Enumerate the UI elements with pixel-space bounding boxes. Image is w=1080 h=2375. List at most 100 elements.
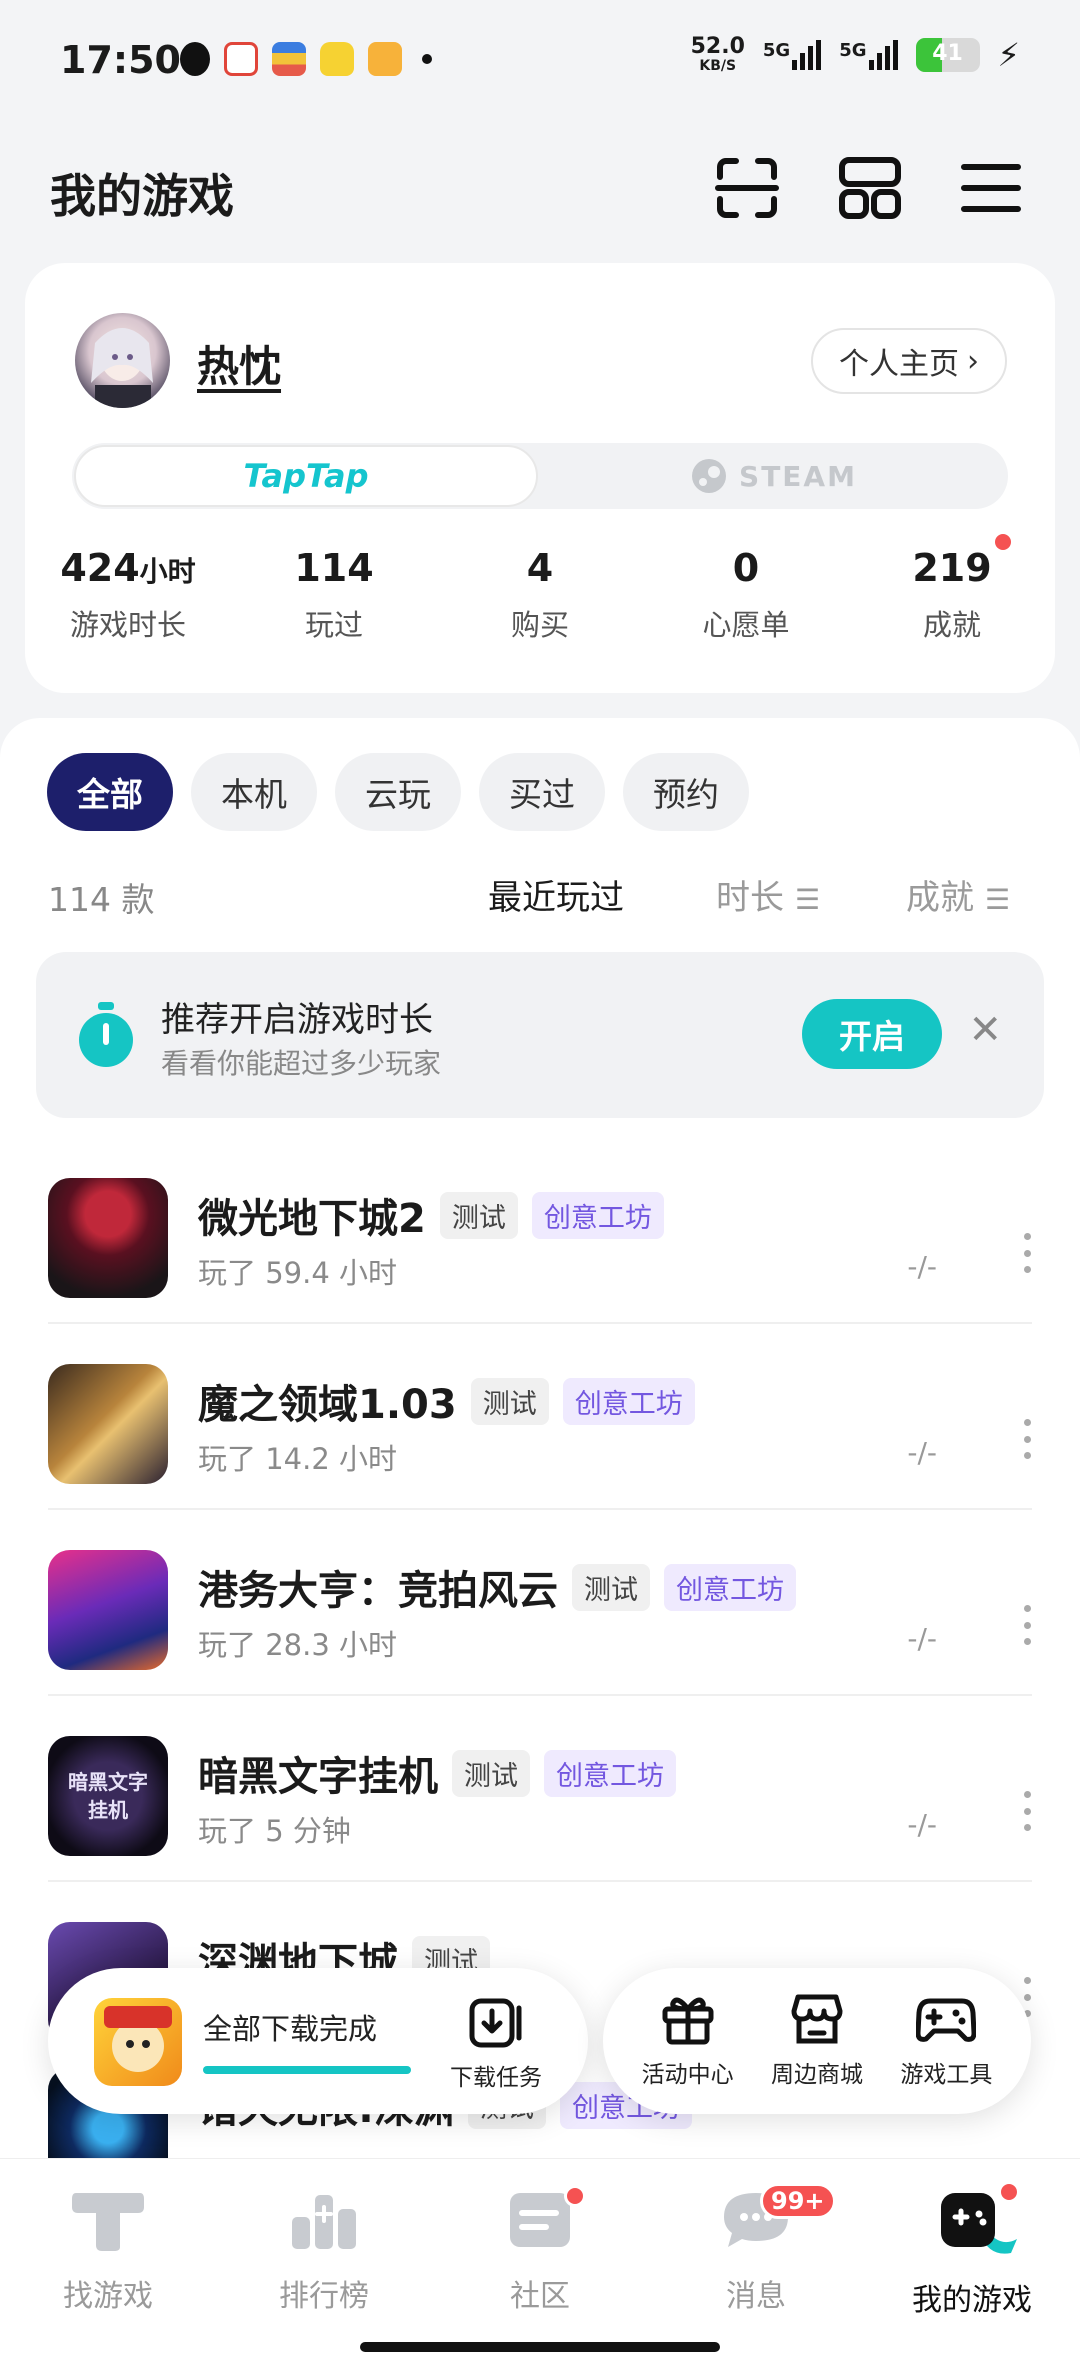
game-thumbnail xyxy=(48,1178,168,1298)
gamepad-icon xyxy=(915,1998,977,2042)
stats-row: 424小时 游戏时长 114 玩过 4 购买 0 心愿单 219 成就 xyxy=(25,534,1055,644)
qq-icon xyxy=(180,42,210,76)
ranking-icon xyxy=(292,2195,356,2249)
enable-button[interactable]: 开启 xyxy=(802,999,942,1069)
game-row[interactable]: 暗黑文字挂机 暗黑文字挂机 测试 创意工坊 玩了 5 分钟 -/- xyxy=(48,1696,1032,1882)
test-tag: 测试 xyxy=(439,1191,518,1239)
network-speed: 52.0 KB/S xyxy=(690,34,745,75)
sort-icon: ☰ xyxy=(794,883,820,916)
more-icon[interactable] xyxy=(1022,1605,1032,1645)
play-time: 玩了 5 分钟 xyxy=(198,1814,351,1848)
nav-find-games[interactable]: 找游戏 xyxy=(0,2159,216,2375)
notification-dot xyxy=(998,2181,1020,2203)
platform-switch: TapTap STEAM xyxy=(72,443,1008,509)
game-thumbnail xyxy=(48,1364,168,1484)
sort-icon: ☰ xyxy=(984,883,1010,916)
signal-bars-icon xyxy=(792,40,822,70)
homepage-button[interactable]: 个人主页 › xyxy=(811,328,1007,394)
chevron-right-icon: › xyxy=(967,343,979,379)
filter-tab-bought[interactable]: 买过 xyxy=(479,753,605,831)
more-icon[interactable] xyxy=(1022,1791,1032,1831)
game-thumbnail: 暗黑文字挂机 xyxy=(48,1736,168,1856)
test-tag: 测试 xyxy=(470,1377,549,1425)
game-row[interactable]: 微光地下城2 测试 创意工坊 玩了 59.4 小时 -/- xyxy=(48,1138,1032,1324)
steam-tab[interactable]: STEAM xyxy=(540,443,1008,509)
merch-shop-button[interactable]: 周边商城 xyxy=(757,1993,877,2089)
video-app-icon xyxy=(368,42,402,76)
sort-achievement[interactable]: 成就 ☰ xyxy=(906,870,1010,919)
username[interactable]: 热忱 xyxy=(197,333,281,394)
more-icon[interactable] xyxy=(1022,1419,1032,1459)
more-notifications-icon xyxy=(422,54,432,64)
status-bar: 17:50 52.0 KB/S 5G 5G 41 ⚡ xyxy=(0,0,1080,120)
play-time: 玩了 28.3 小时 xyxy=(198,1628,398,1662)
stopwatch-icon xyxy=(79,1002,133,1067)
taptap-tab[interactable]: TapTap xyxy=(74,445,538,507)
sort-recent[interactable]: 最近玩过 xyxy=(488,870,624,919)
signal-5g-1: 5G xyxy=(763,40,822,70)
test-tag: 测试 xyxy=(452,1749,530,1797)
game-row[interactable]: 港务大亨：竞拍风云 测试 创意工坊 玩了 28.3 小时 -/- xyxy=(48,1510,1032,1696)
signal-bars-icon xyxy=(868,40,898,70)
gift-icon xyxy=(662,1997,714,2045)
filter-tab-cloud[interactable]: 云玩 xyxy=(335,753,461,831)
steam-icon xyxy=(692,459,727,493)
play-time: 玩了 59.4 小时 xyxy=(198,1256,398,1290)
play-time: 玩了 14.2 小时 xyxy=(198,1442,398,1476)
game-title: 暗黑文字挂机 xyxy=(198,1754,438,1800)
clock: 17:50 xyxy=(60,38,181,82)
filter-tab-all[interactable]: 全部 xyxy=(47,753,173,831)
download-tasks-button[interactable]: 下载任务 xyxy=(446,1998,546,2092)
filter-tabs: 全部 本机 云玩 买过 预约 xyxy=(47,753,749,831)
achievement-score: -/- xyxy=(907,1250,937,1283)
download-icon xyxy=(469,1998,522,2048)
download-status-text: 全部下载完成 xyxy=(203,2012,378,2046)
notification-icons xyxy=(180,42,432,76)
game-row[interactable]: 魔之领域1.03 测试 创意工坊 玩了 14.2 小时 -/- xyxy=(48,1324,1032,1510)
stat-wishlist[interactable]: 0 心愿单 xyxy=(643,546,849,644)
download-status-bar[interactable]: 全部下载完成 下载任务 xyxy=(48,1968,588,2114)
bunny-app-icon xyxy=(320,42,354,76)
stat-purchased[interactable]: 4 购买 xyxy=(437,546,643,644)
recommend-title: 推荐开启游戏时长 xyxy=(161,1000,433,1040)
playtime-recommend-banner: 推荐开启游戏时长 看看你能超过多少玩家 开启 ✕ xyxy=(36,952,1044,1118)
grid-icon[interactable] xyxy=(837,155,903,221)
filter-tab-local[interactable]: 本机 xyxy=(191,753,317,831)
page-title: 我的游戏 xyxy=(50,169,234,223)
game-thumbnail xyxy=(94,1998,182,2086)
test-tag: 测试 xyxy=(572,1563,650,1611)
menu-icon[interactable] xyxy=(958,155,1024,221)
scan-icon[interactable] xyxy=(714,155,780,221)
shop-icon xyxy=(791,1994,843,2044)
achievement-score: -/- xyxy=(907,1622,937,1655)
charging-icon: ⚡ xyxy=(997,36,1020,74)
nav-my-games[interactable]: 我的游戏 xyxy=(864,2159,1080,2375)
tools-bar: 活动中心 周边商城 游戏工具 xyxy=(603,1968,1031,2114)
game-tools-button[interactable]: 游戏工具 xyxy=(886,1993,1006,2089)
avatar[interactable] xyxy=(75,313,170,408)
notification-dot xyxy=(995,534,1011,550)
stat-played[interactable]: 114 玩过 xyxy=(231,546,437,644)
stat-playtime[interactable]: 424小时 游戏时长 xyxy=(25,546,231,644)
wallet-icon xyxy=(272,42,306,76)
close-icon[interactable]: ✕ xyxy=(968,1007,1002,1053)
workshop-tag: 创意工坊 xyxy=(544,1749,676,1797)
activity-center-button[interactable]: 活动中心 xyxy=(628,1993,748,2089)
cloud-app-icon xyxy=(224,42,258,76)
recommend-subtitle: 看看你能超过多少玩家 xyxy=(161,1047,442,1080)
profile-card: 热忱 个人主页 › TapTap STEAM 424小时 游戏时长 114 玩过… xyxy=(25,263,1055,693)
taptap-logo-icon xyxy=(72,2193,144,2251)
sort-duration[interactable]: 时长 ☰ xyxy=(716,870,820,919)
home-indicator xyxy=(360,2342,720,2352)
download-progress-bar xyxy=(203,2066,411,2074)
game-count: 114 款 xyxy=(48,880,155,919)
game-title: 港务大亨：竞拍风云 xyxy=(198,1568,558,1614)
workshop-tag: 创意工坊 xyxy=(531,1191,664,1239)
filter-tab-reserved[interactable]: 预约 xyxy=(623,753,749,831)
game-title: 微光地下城2 xyxy=(198,1196,426,1242)
stat-achievements[interactable]: 219 成就 xyxy=(849,534,1055,644)
notification-dot xyxy=(564,2185,586,2207)
signal-5g-2: 5G xyxy=(839,40,898,70)
battery-icon: 41 xyxy=(915,38,980,72)
more-icon[interactable] xyxy=(1022,1233,1032,1273)
